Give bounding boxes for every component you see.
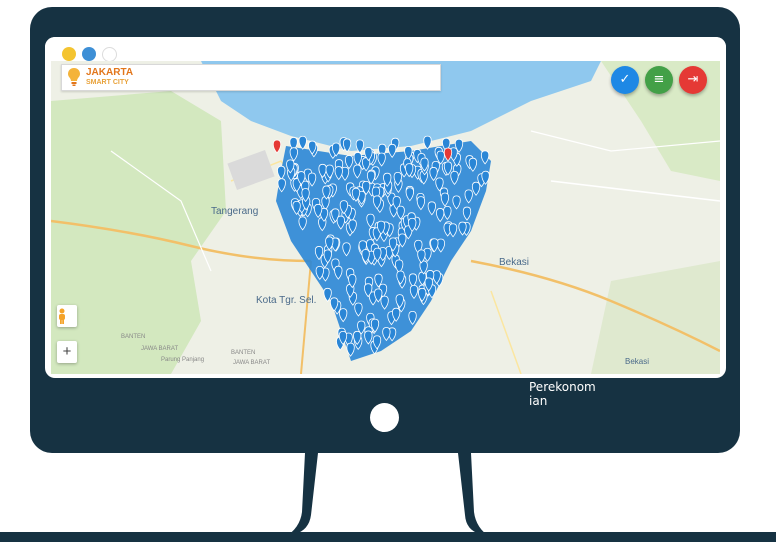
- app-logo: JAKARTA SMART CITY: [86, 68, 133, 88]
- map-label-kota-tgr-sel: Kota Tgr. Sel.: [256, 295, 317, 306]
- map-label-parung-panjang: Parung Panjang: [161, 357, 205, 363]
- map-label-banten-small: BANTEN: [231, 350, 256, 356]
- map-canvas: [51, 61, 720, 374]
- zoom-in-button[interactable]: +: [57, 341, 77, 363]
- logo-title: JAKARTA: [86, 67, 134, 78]
- exit-icon: ⇥: [687, 72, 699, 87]
- map-label-jawa-barat: JAWA BARAT: [141, 346, 179, 352]
- exit-button[interactable]: ⇥: [679, 66, 707, 94]
- power-button[interactable]: [370, 403, 399, 432]
- map-label-jawa-barat-small: JAWA BARAT: [233, 360, 271, 366]
- screen-caption: Perekonomian: [529, 380, 596, 408]
- window-titlebar: [45, 37, 726, 62]
- window-maximize-button[interactable]: [82, 47, 96, 61]
- window-close-button[interactable]: [102, 47, 117, 62]
- street-view-control[interactable]: [57, 305, 77, 327]
- map-label-tangerang: Tangerang: [211, 206, 259, 217]
- map-label-banten: BANTEN: [121, 334, 146, 340]
- map-label-bekasi-city: Bekasi: [499, 257, 530, 268]
- check-button[interactable]: ✓: [611, 66, 639, 94]
- pegman-icon: [59, 308, 65, 324]
- map-view[interactable]: JAKARTA SMART CITY ✓ ≡ ⇥ Tangerang Kota …: [51, 61, 720, 374]
- list-button[interactable]: ≡: [645, 66, 673, 94]
- map-label-bekasi-regency: Bekasi: [625, 357, 650, 366]
- window-minimize-button[interactable]: [62, 47, 76, 61]
- list-icon: ≡: [653, 72, 665, 87]
- logo-subtitle: SMART CITY: [86, 79, 129, 86]
- check-icon: ✓: [619, 72, 631, 87]
- lightbulb-pin-icon: [68, 68, 80, 86]
- screen: JAKARTA SMART CITY ✓ ≡ ⇥ Tangerang Kota …: [45, 37, 726, 378]
- search-bar[interactable]: JAKARTA SMART CITY: [61, 64, 441, 91]
